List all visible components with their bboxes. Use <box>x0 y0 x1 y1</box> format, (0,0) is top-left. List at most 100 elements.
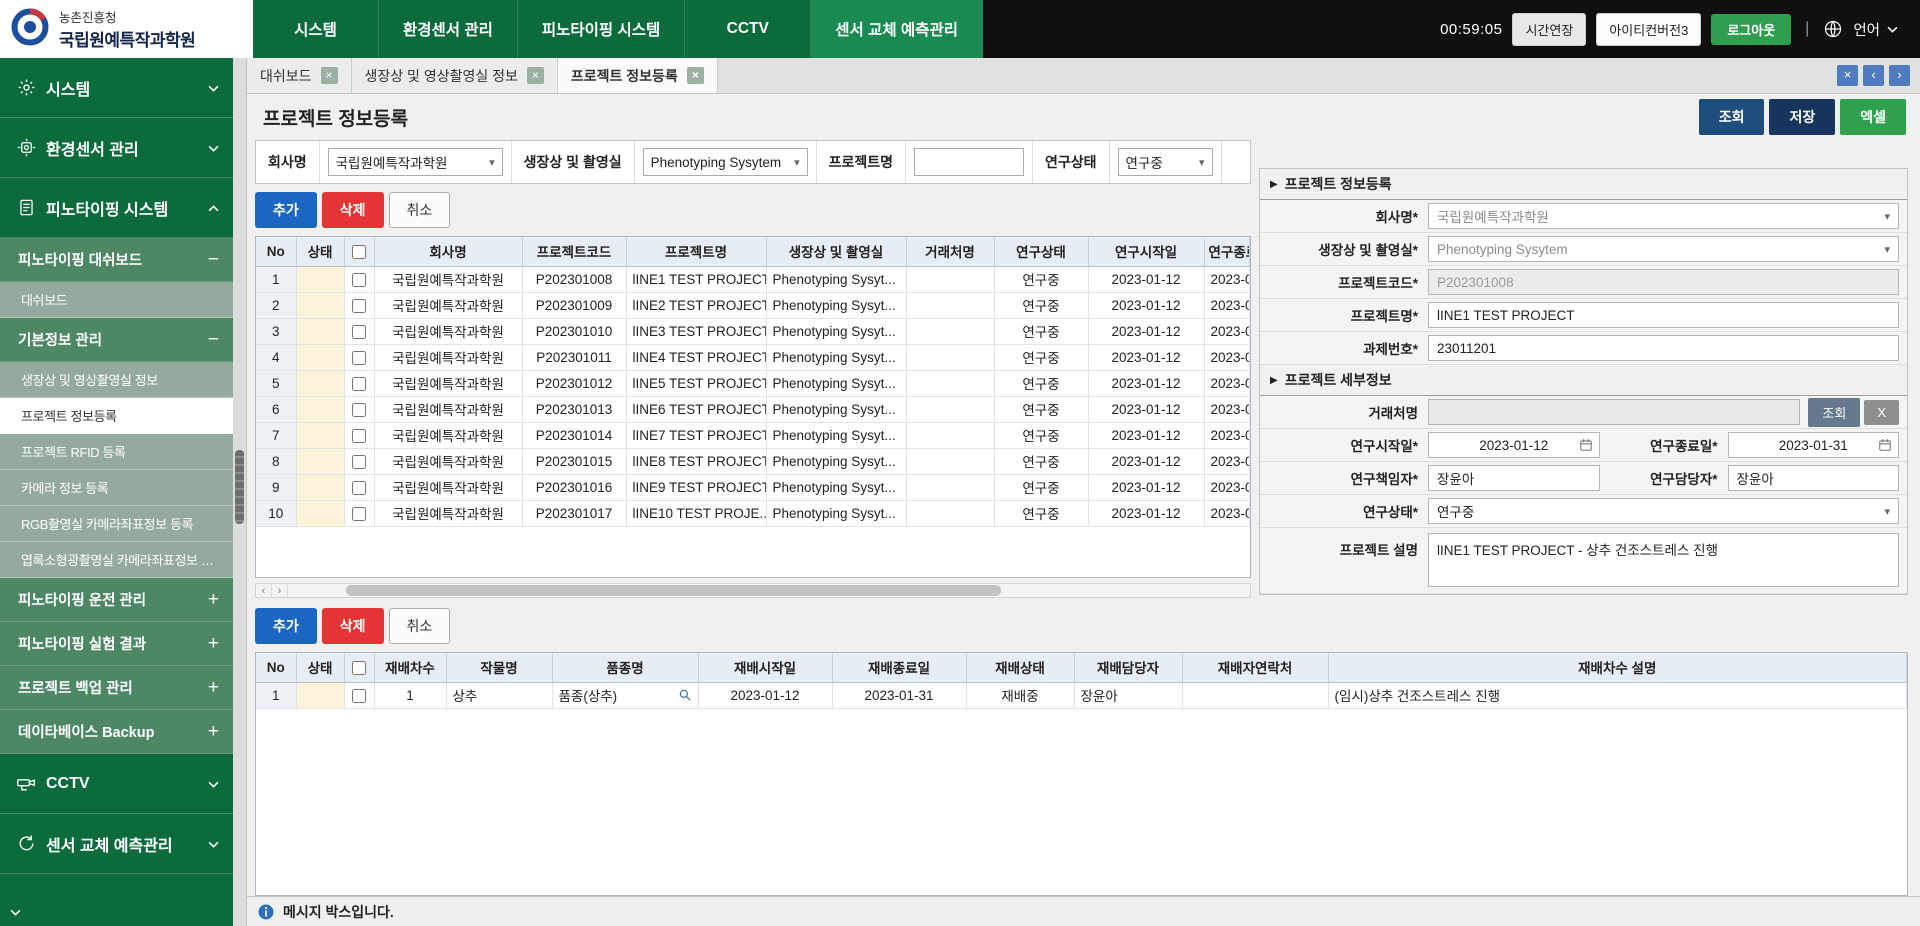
row-checkbox[interactable] <box>352 507 366 521</box>
table-row[interactable]: 9국립원예특작과학원P202301016lINE9 TEST PROJECTPh… <box>256 474 1250 500</box>
row-checkbox[interactable] <box>352 429 366 443</box>
tab-close-icon[interactable]: × <box>527 67 544 84</box>
sidebar-item[interactable]: CCTV <box>0 754 233 814</box>
scroll-left-arrow[interactable]: ‹ <box>256 584 272 597</box>
tab-close-icon[interactable]: × <box>687 67 704 84</box>
sidebar-item[interactable]: 기본정보 관리− <box>0 318 233 362</box>
table-row[interactable]: 7국립원예특작과학원P202301014lINE7 TEST PROJECTPh… <box>256 422 1250 448</box>
sidebar-item[interactable]: 프로젝트 정보등록 <box>0 398 233 434</box>
sidebar-item[interactable]: 프로젝트 RFID 등록 <box>0 434 233 470</box>
magnifier-icon[interactable] <box>678 688 692 702</box>
task-number-field[interactable]: 23011201 <box>1428 335 1899 361</box>
end-date-input[interactable]: 2023-01-31 <box>1728 432 1900 458</box>
add-button[interactable]: 추가 <box>255 192 317 228</box>
nav-item-1[interactable]: 시스템 <box>253 0 379 58</box>
table-row[interactable]: 8국립원예특작과학원P202301015lINE8 TEST PROJECTPh… <box>256 448 1250 474</box>
sidebar-item[interactable]: RGB촬영실 카메라좌표정보 등록 <box>0 506 233 542</box>
calendar-icon[interactable] <box>1878 438 1892 452</box>
table-row[interactable]: 2국립원예특작과학원P202301009lINE2 TEST PROJECTPh… <box>256 292 1250 318</box>
logo[interactable]: 농촌진흥청 국립원예특작과학원 <box>0 0 253 58</box>
sidebar-item[interactable]: 생장상 및 영상촬영실 정보 <box>0 362 233 398</box>
sidebar-item[interactable]: 대쉬보드 <box>0 282 233 318</box>
scroll-right-arrow[interactable]: › <box>272 584 288 597</box>
row-checkbox[interactable] <box>352 455 366 469</box>
chamber-filter-value: Phenotyping Sysytem <box>651 155 782 170</box>
table-row[interactable]: 3국립원예특작과학원P202301010lINE3 TEST PROJECTPh… <box>256 318 1250 344</box>
scrollbar-thumb[interactable] <box>346 585 1001 596</box>
table-row[interactable]: 5국립원예특작과학원P202301012lINE5 TEST PROJECTPh… <box>256 370 1250 396</box>
nav-item-5[interactable]: 센서 교체 예측관리 <box>811 0 983 58</box>
chamber-select[interactable]: Phenotyping Sysytem ▾ <box>1428 236 1899 262</box>
sidebar-item-label: 피노타이핑 시스템 <box>46 196 198 220</box>
delete-button[interactable]: 삭제 <box>322 192 384 228</box>
row-checkbox[interactable] <box>352 689 366 703</box>
sidebar-item[interactable]: 피노타이핑 시스템 <box>0 178 233 238</box>
nav-item-2[interactable]: 환경센서 관리 <box>379 0 518 58</box>
tab-close-icon[interactable]: × <box>321 67 338 84</box>
sidebar-item[interactable]: 시스템 <box>0 58 233 118</box>
tab-2[interactable]: 생장상 및 영상촬영실 정보× <box>352 58 558 93</box>
save-button[interactable]: 저장 <box>1769 99 1835 135</box>
start-date-input[interactable]: 2023-01-12 <box>1428 432 1600 458</box>
page-title: 프로젝트 정보등록 <box>263 104 408 131</box>
manager-field[interactable]: 장윤아 <box>1728 465 1900 491</box>
search-button[interactable]: 조회 <box>1699 99 1765 135</box>
nav-item-3[interactable]: 피노타이핑 시스템 <box>518 0 685 58</box>
table-row[interactable]: 1국립원예특작과학원P202301008lINE1 TEST PROJECTPh… <box>256 266 1250 292</box>
table-row[interactable]: 11상추품종(상추)2023-01-122023-01-31재배중장윤아(임시)… <box>256 682 1907 708</box>
project-name-field[interactable]: lINE1 TEST PROJECT <box>1428 302 1899 328</box>
client-search-button[interactable]: 조회 <box>1808 398 1860 427</box>
sidebar-splitter[interactable] <box>233 58 247 926</box>
sidebar-item[interactable]: 프로젝트 백업 관리+ <box>0 666 233 710</box>
client-field[interactable] <box>1428 399 1800 425</box>
sidebar-item[interactable]: 카메라 정보 등록 <box>0 470 233 506</box>
sidebar-item[interactable]: 피노타이핑 운전 관리+ <box>0 578 233 622</box>
client-clear-button[interactable]: X <box>1864 400 1899 425</box>
logout-button[interactable]: 로그아웃 <box>1711 14 1791 45</box>
user-button[interactable]: 아이티컨버전3 <box>1596 13 1701 46</box>
table-row[interactable]: 4국립원예특작과학원P202301011lINE4 TEST PROJECTPh… <box>256 344 1250 370</box>
sidebar-item[interactable]: 환경센서 관리 <box>0 118 233 178</box>
project-description-textarea[interactable]: lINE1 TEST PROJECT - 상추 건조스트레스 진행 <box>1428 533 1899 587</box>
row-checkbox[interactable] <box>352 403 366 417</box>
sidebar-scroll-down-icon[interactable] <box>10 903 21 921</box>
sidebar-item[interactable]: 엽록소형광촬영실 카메라좌표정보 등록 <box>0 542 233 578</box>
chamber-filter-select[interactable]: Phenotyping Sysytem ▾ <box>643 148 808 176</box>
sidebar-item[interactable]: 피노타이핑 실험 결과+ <box>0 622 233 666</box>
extend-time-button[interactable]: 시간연장 <box>1512 13 1586 46</box>
add-button[interactable]: 추가 <box>255 608 317 644</box>
nav-item-4[interactable]: CCTV <box>685 0 811 58</box>
leader-field[interactable]: 장윤아 <box>1428 465 1600 491</box>
cancel-button[interactable]: 취소 <box>389 608 451 644</box>
row-checkbox[interactable] <box>352 481 366 495</box>
excel-button[interactable]: 엑셀 <box>1840 99 1906 135</box>
row-checkbox[interactable] <box>352 351 366 365</box>
row-checkbox[interactable] <box>352 273 366 287</box>
table-row[interactable]: 6국립원예특작과학원P202301013lINE6 TEST PROJECTPh… <box>256 396 1250 422</box>
table-row[interactable]: 10국립원예특작과학원P202301017lINE10 TEST PROJE..… <box>256 500 1250 526</box>
horizontal-scrollbar[interactable]: ‹ › <box>255 583 1251 598</box>
row-checkbox[interactable] <box>352 325 366 339</box>
cancel-button[interactable]: 취소 <box>389 192 451 228</box>
company-filter-select[interactable]: 국립원예특작과학원 ▾ <box>328 148 503 176</box>
sidebar-item[interactable]: 데이타베이스 Backup+ <box>0 710 233 754</box>
sidebar-scrollbar-thumb[interactable] <box>235 450 244 524</box>
research-status-select[interactable]: 연구중 ▾ <box>1428 498 1899 524</box>
sidebar-item[interactable]: 피노타이핑 대쉬보드− <box>0 238 233 282</box>
select-all-checkbox[interactable] <box>352 245 366 259</box>
tab-close-all-button[interactable]: × <box>1837 65 1858 86</box>
row-checkbox[interactable] <box>352 377 366 391</box>
delete-button[interactable]: 삭제 <box>322 608 384 644</box>
select-all-checkbox[interactable] <box>352 661 366 675</box>
calendar-icon[interactable] <box>1579 438 1593 452</box>
sidebar-item[interactable]: 센서 교체 예측관리 <box>0 814 233 874</box>
status-filter-select[interactable]: 연구중 ▾ <box>1118 148 1213 176</box>
company-select[interactable]: 국립원예특작과학원 ▾ <box>1428 203 1899 229</box>
tab-next-button[interactable]: › <box>1889 65 1910 86</box>
project-name-input[interactable] <box>914 148 1024 176</box>
row-checkbox[interactable] <box>352 299 366 313</box>
tab-prev-button[interactable]: ‹ <box>1863 65 1884 86</box>
language-selector[interactable]: 언어 <box>1853 19 1898 40</box>
tab-3[interactable]: 프로젝트 정보등록× <box>558 58 718 93</box>
tab-1[interactable]: 대쉬보드× <box>247 58 352 93</box>
